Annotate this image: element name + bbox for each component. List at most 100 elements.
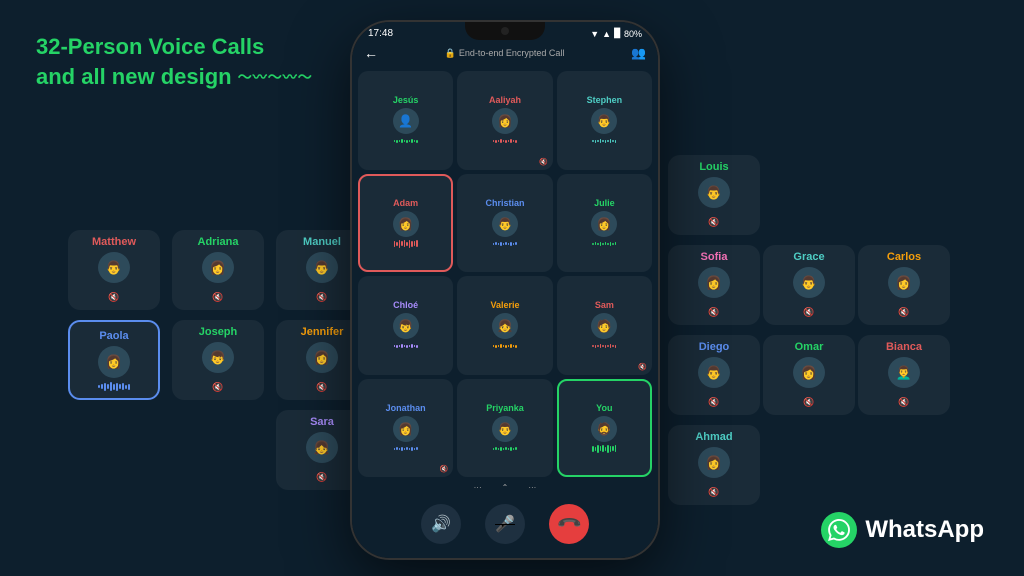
branding: WhatsApp <box>821 512 984 548</box>
bg-card-mic: 🔇 <box>708 217 719 227</box>
encryption-label: 🔒 End-to-end Encrypted Call <box>445 48 565 59</box>
participant-cell-sam: Sam🧑🔇 <box>557 276 652 375</box>
bg-card-wave: 🔇 <box>708 392 719 410</box>
bg-card-mic: 🔇 <box>708 487 719 497</box>
mute-icon: 🎤 <box>495 514 515 534</box>
bg-card-avatar: 👩 <box>888 267 920 298</box>
camera-dot <box>501 27 509 35</box>
battery-pct: 80% <box>624 29 642 39</box>
bg-card-ahmad: Ahmad👩🔇 <box>668 425 760 505</box>
bg-card-mic: 🔇 <box>316 292 327 302</box>
end-call-button[interactable]: 📞 <box>549 504 589 544</box>
participant-wave <box>493 342 517 350</box>
bg-card-joseph: Joseph 👦 🔇 <box>172 320 264 400</box>
participant-wave <box>493 137 517 145</box>
bg-card-carlos: Carlos 👩 🔇 <box>858 245 950 325</box>
bg-card-avatar: 👨‍🦱 <box>888 357 920 388</box>
mute-indicator: 🔇 <box>539 158 548 166</box>
bg-card-name: Paola <box>99 330 128 342</box>
bg-card-name: Adriana <box>198 236 239 248</box>
back-button[interactable]: ← <box>364 45 378 61</box>
headline: 32-Person Voice Calls and all new design… <box>36 32 313 91</box>
signal-icon: ▼ <box>590 29 599 39</box>
more-dots: ··· ⌃ ··· <box>474 483 537 492</box>
participant-name: Jesús <box>393 95 419 105</box>
participant-name: Priyanka <box>486 403 524 413</box>
bg-card-name: Grace <box>793 251 824 263</box>
participant-name: You <box>596 403 612 413</box>
participant-cell-aaliyah: Aaliyah👩🔇 <box>457 71 552 170</box>
participant-cell-chloé: Chloé👦 <box>358 276 453 375</box>
participant-cell-adam: Adam👩 <box>358 174 453 273</box>
participant-avatar: 👩 <box>591 211 617 237</box>
bg-card-wave: 🔇 <box>316 467 327 485</box>
participant-wave <box>394 240 418 248</box>
bg-card-adriana: Adriana👩🔇 <box>172 230 264 310</box>
bg-card-mic: 🔇 <box>212 292 223 302</box>
bg-card-avatar: 👨 <box>698 177 730 208</box>
bg-card-name: Joseph <box>199 326 238 338</box>
headline-line2: and all new design 〜〰〜〰〜 <box>36 62 313 92</box>
participant-avatar: 👩 <box>492 108 518 134</box>
bg-card-wave: 🔇 <box>708 302 719 320</box>
bg-card-mic: 🔇 <box>316 382 327 392</box>
participant-cell-you: You 🧔 <box>557 379 652 478</box>
participant-cell-jonathan: Jonathan👩🔇 <box>358 379 453 478</box>
bg-card-name: Carlos <box>887 251 921 263</box>
bg-card-mic: 🔇 <box>212 382 223 392</box>
bg-card-name: Sofia <box>701 251 728 263</box>
bg-card-mic: 🔇 <box>898 397 909 407</box>
bg-card-wave: 🔇 <box>212 377 223 395</box>
bg-card-name: Manuel <box>303 236 341 248</box>
participant-wave <box>592 137 616 145</box>
bg-card-mic: 🔇 <box>316 472 327 482</box>
participant-wave <box>394 137 418 145</box>
whatsapp-icon <box>828 519 850 541</box>
bg-card-wave: 🔇 <box>898 392 909 410</box>
bg-card-louis: Louis 👨 🔇 <box>668 155 760 235</box>
participant-avatar: 🧔 <box>591 416 617 442</box>
bg-card-avatar: 👩 <box>98 346 130 378</box>
bg-card-wave: 🔇 <box>898 302 909 320</box>
speaker-button[interactable]: 🔊 <box>421 504 461 544</box>
status-time: 17:48 <box>368 28 393 39</box>
participant-wave <box>493 240 517 248</box>
group-icon[interactable]: 👥 <box>631 46 646 60</box>
participants-grid: Jesús👤Aaliyah👩🔇Stephen👨Adam👩Christian👨Ju… <box>352 67 658 481</box>
bg-card-avatar: 👩 <box>793 357 825 388</box>
enc-text: End-to-end Encrypted Call <box>459 48 565 58</box>
participant-wave <box>493 445 517 453</box>
participant-avatar: 👨 <box>492 416 518 442</box>
bg-card-avatar: 👦 <box>202 342 234 373</box>
participant-cell-stephen: Stephen👨 <box>557 71 652 170</box>
participant-cell-priyanka: Priyanka 👨 <box>457 379 552 478</box>
lock-icon: 🔒 <box>445 48 456 59</box>
participant-wave <box>394 342 418 350</box>
more-dot-1: ··· <box>474 483 482 492</box>
mute-button[interactable]: 🎤 <box>485 504 525 544</box>
bg-card-mic: 🔇 <box>803 397 814 407</box>
participant-wave <box>592 342 616 350</box>
bg-card-sofia: Sofia👩🔇 <box>668 245 760 325</box>
bg-card-avatar: 👧 <box>306 432 338 463</box>
bg-card-omar: Omar👩🔇 <box>763 335 855 415</box>
bg-card-avatar: 👨 <box>306 252 338 283</box>
mute-indicator: 🔇 <box>638 363 647 371</box>
bg-card-wave: 🔇 <box>316 287 327 305</box>
bg-card-mic: 🔇 <box>708 307 719 317</box>
bg-card-mic: 🔇 <box>108 292 119 302</box>
bg-card-wave: 🔇 <box>803 392 814 410</box>
bg-card-name: Jennifer <box>301 326 344 338</box>
bg-card-wave: 🔇 <box>708 482 719 500</box>
more-row: ··· ⌃ ··· <box>352 481 658 494</box>
phone-inner: 17:48 ▼ ▲ ▉ 80% ← 🔒 End-to-end Encrypted… <box>352 22 658 558</box>
participant-wave <box>592 240 616 248</box>
participant-avatar: 👨 <box>591 108 617 134</box>
bg-card-name: Louis <box>699 161 728 173</box>
participant-avatar: 👩 <box>393 416 419 442</box>
bg-card-avatar: 👨 <box>698 357 730 388</box>
participant-name: Sam <box>595 300 614 310</box>
chevron-up-icon[interactable]: ⌃ <box>502 483 509 492</box>
mute-indicator: 🔇 <box>440 465 449 473</box>
bg-card-wave: 🔇 <box>803 302 814 320</box>
